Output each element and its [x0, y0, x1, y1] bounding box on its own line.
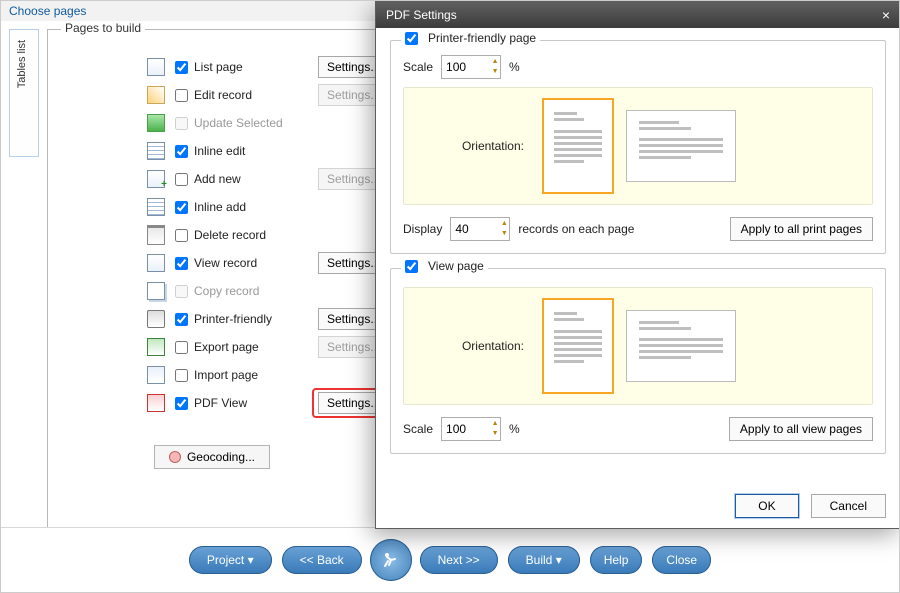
- tables-list-tab[interactable]: Tables list: [9, 29, 39, 157]
- display-stepper[interactable]: ▲▼: [450, 217, 510, 241]
- percent-label: %: [509, 60, 520, 74]
- close-icon[interactable]: ×: [882, 7, 890, 23]
- app-window: Choose pages Tables list Pages to build …: [0, 0, 900, 593]
- help-button[interactable]: Help: [590, 546, 643, 574]
- scale-label: Scale: [403, 422, 433, 436]
- cancel-button[interactable]: Cancel: [811, 494, 886, 518]
- tables-list-label: Tables list: [16, 40, 28, 88]
- pdf-settings-dialog: PDF Settings × Printer-friendly page Sca…: [375, 1, 900, 529]
- view-orientation-portrait[interactable]: [542, 298, 614, 394]
- orientation-label: Orientation:: [414, 139, 542, 153]
- spin-down-icon[interactable]: ▼: [499, 229, 509, 239]
- printer-scale-input[interactable]: [442, 58, 490, 76]
- next-button[interactable]: Next >>: [420, 546, 498, 574]
- apply-all-view-button[interactable]: Apply to all view pages: [729, 417, 873, 441]
- apply-all-print-button[interactable]: Apply to all print pages: [730, 217, 873, 241]
- printer-orientation-landscape[interactable]: [626, 110, 736, 182]
- view-page-group: View page Orientation: Scale ▲▼: [390, 268, 886, 454]
- printer-orientation-portrait[interactable]: [542, 98, 614, 194]
- spin-up-icon[interactable]: ▲: [499, 219, 509, 229]
- printer-friendly-group: Printer-friendly page Scale ▲▼ % Orienta…: [390, 40, 886, 254]
- spin-up-icon[interactable]: ▲: [490, 57, 500, 67]
- dialog-titlebar[interactable]: PDF Settings ×: [376, 2, 900, 28]
- printer-friendly-legend: Printer-friendly page: [428, 31, 536, 45]
- wizard-footer: Project ▾ << Back Next >> Build ▾ Help C…: [1, 527, 899, 592]
- spin-down-icon[interactable]: ▼: [490, 67, 500, 77]
- add-icon: [147, 170, 165, 188]
- run-icon[interactable]: [370, 539, 412, 581]
- spin-up-icon[interactable]: ▲: [490, 419, 500, 429]
- view-page-checkbox[interactable]: [405, 260, 418, 273]
- printer-scale-stepper[interactable]: ▲▼: [441, 55, 501, 79]
- view-page-legend: View page: [428, 259, 484, 273]
- display-tail: records on each page: [518, 222, 634, 236]
- spin-down-icon[interactable]: ▼: [490, 429, 500, 439]
- build-button[interactable]: Build ▾: [508, 546, 580, 574]
- scale-label: Scale: [403, 60, 433, 74]
- view-scale-stepper[interactable]: ▲▼: [441, 417, 501, 441]
- back-button[interactable]: << Back: [282, 546, 362, 574]
- printer-friendly-checkbox[interactable]: [405, 32, 418, 45]
- fieldset-legend: Pages to build: [61, 21, 145, 35]
- close-button[interactable]: Close: [652, 546, 711, 574]
- percent-label: %: [509, 422, 520, 436]
- project-button[interactable]: Project ▾: [189, 546, 272, 574]
- ok-button[interactable]: OK: [735, 494, 798, 518]
- dialog-title: PDF Settings: [386, 8, 457, 22]
- view-orientation-landscape[interactable]: [626, 310, 736, 382]
- display-label: Display: [403, 222, 442, 236]
- display-input[interactable]: [451, 220, 499, 238]
- pages-to-build-fieldset: Pages to build List pageSettings...Edit …: [47, 29, 377, 529]
- view-scale-input[interactable]: [442, 420, 490, 438]
- orientation-label: Orientation:: [414, 339, 542, 353]
